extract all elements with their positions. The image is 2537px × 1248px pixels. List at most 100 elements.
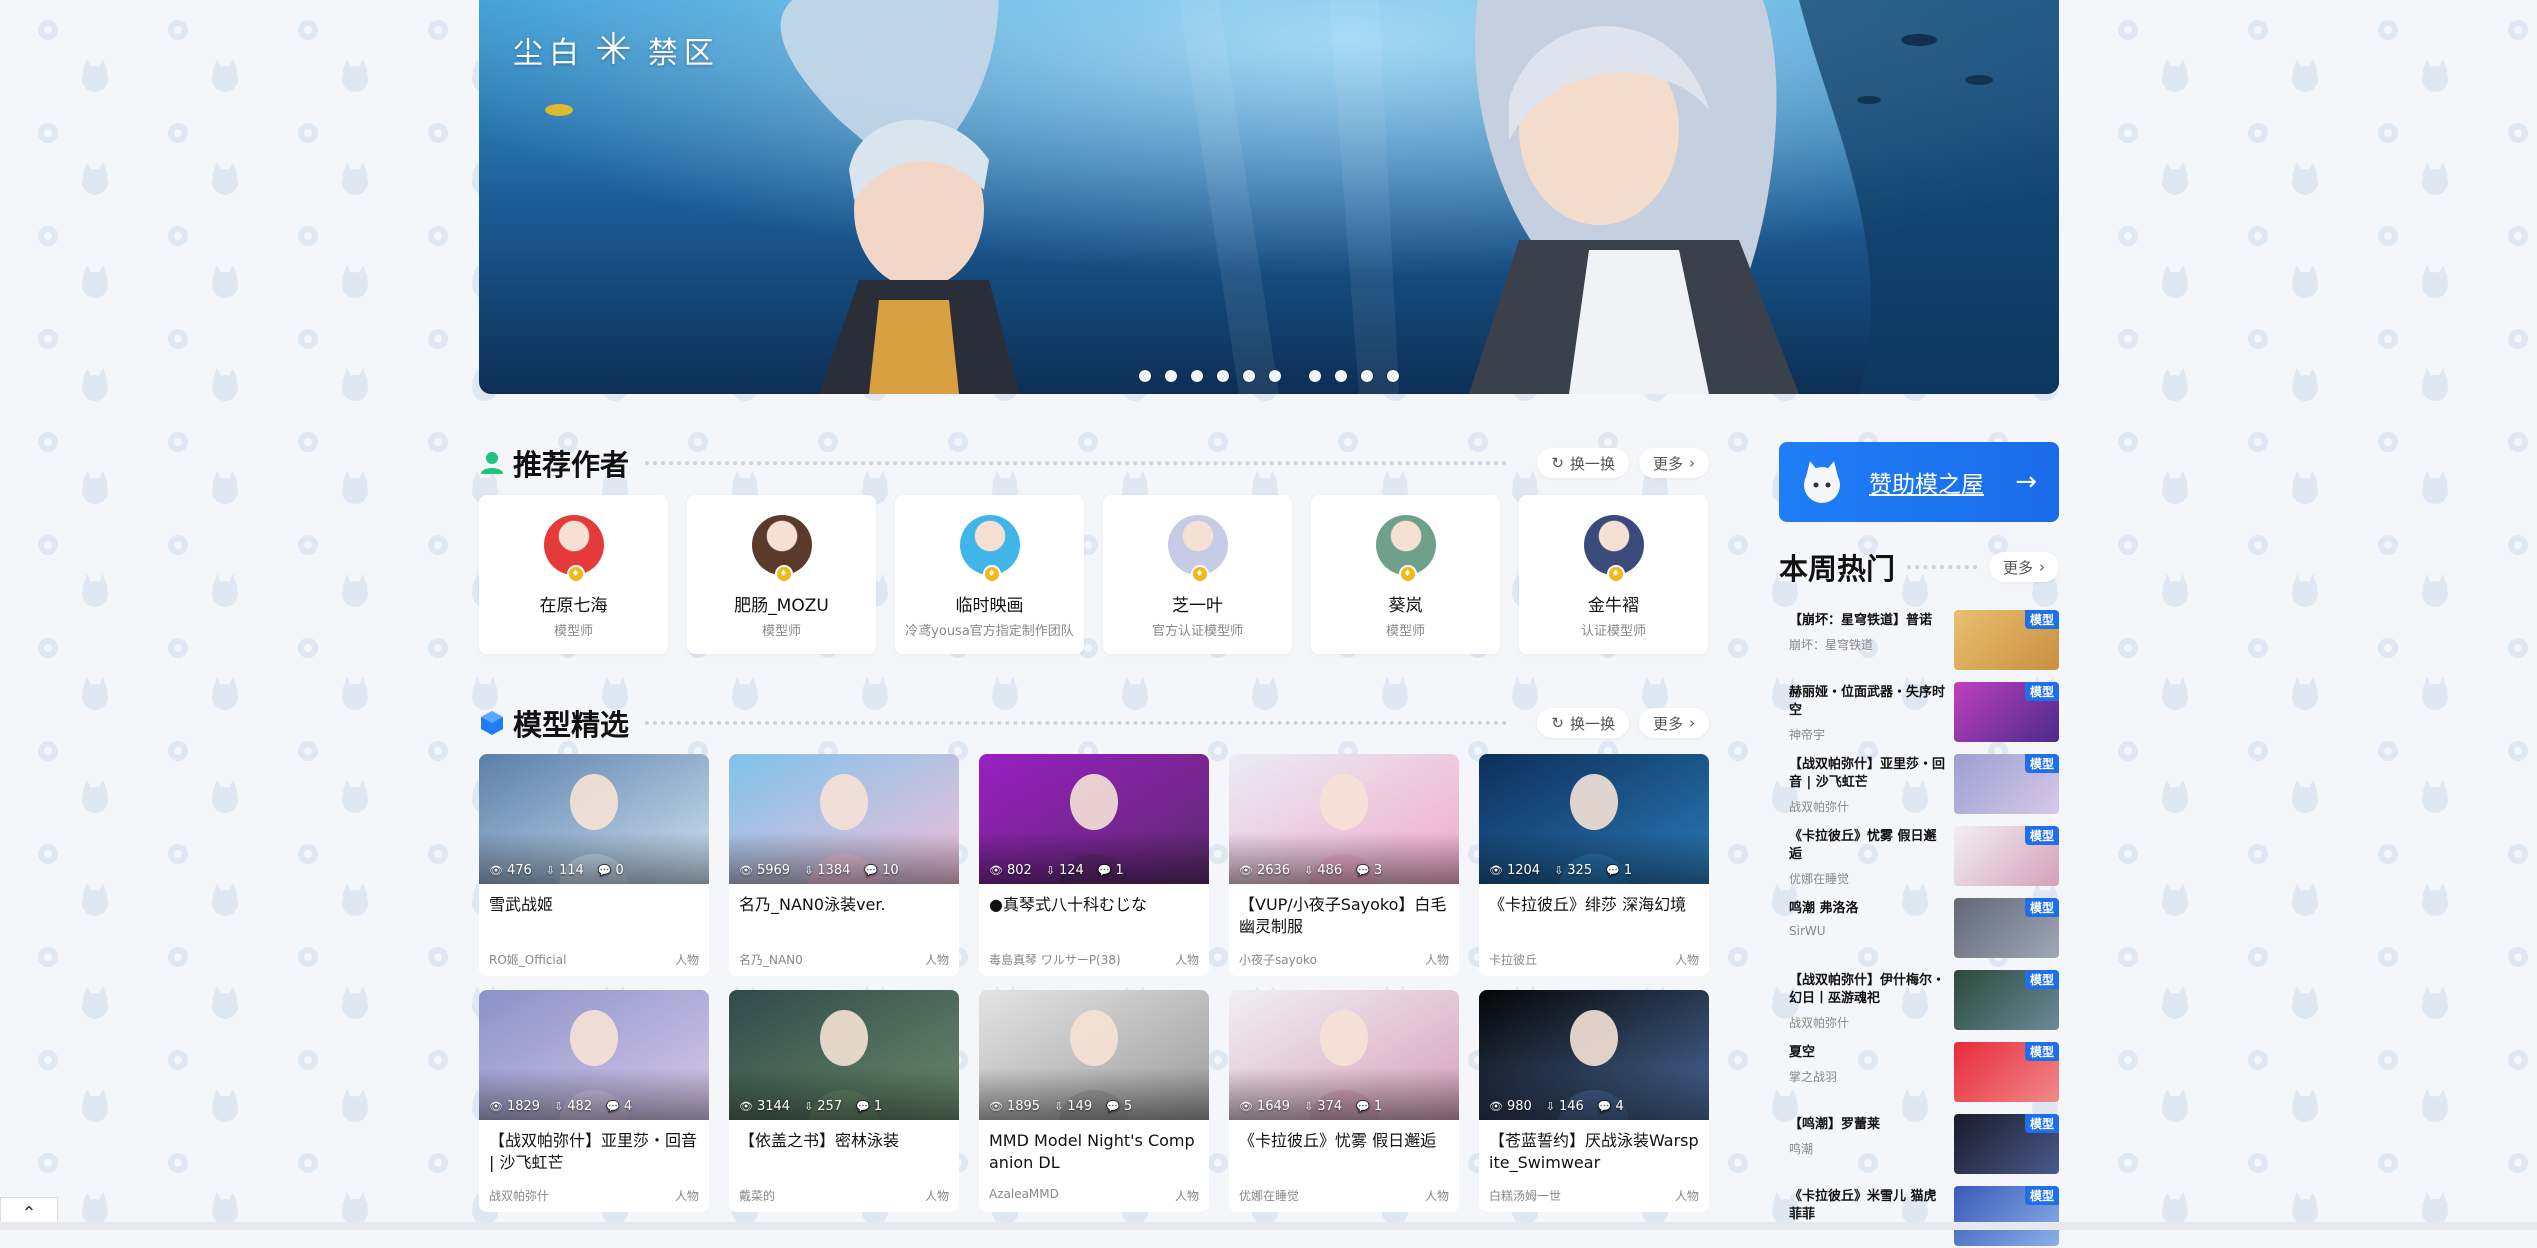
model-title[interactable]: 【VUP/小夜子Sayoko】白毛幽灵制服 bbox=[1229, 884, 1459, 942]
model-title[interactable]: 雪武战姬 bbox=[479, 884, 709, 942]
model-stats: 👁 980 ⇩ 146 💬 4 bbox=[1489, 1099, 1624, 1114]
carousel-dot[interactable] bbox=[1269, 370, 1281, 382]
model-stats: 👁 1895 ⇩ 149 💬 5 bbox=[989, 1099, 1132, 1114]
hot-more-button[interactable]: 更多 › bbox=[1988, 552, 2059, 582]
model-author[interactable]: 小夜子sayoko bbox=[1239, 951, 1317, 968]
stat-value: 1 bbox=[1373, 1099, 1383, 1114]
comment-icon: 💬 bbox=[1106, 1100, 1120, 1113]
model-author[interactable]: AzaleaMMD bbox=[989, 1187, 1059, 1204]
hot-section-header: 本周热门 更多 › bbox=[1779, 547, 2059, 587]
logo-mark-icon: ✳ bbox=[595, 24, 638, 75]
model-author[interactable]: 白糕汤姆一世 bbox=[1489, 1187, 1561, 1204]
model-author[interactable]: 戴菜的 bbox=[739, 1187, 775, 1204]
hot-title[interactable]: 【战双帕弥什】亚里莎・回音 | 沙飞虹芒 bbox=[1789, 756, 1949, 792]
sponsor-button[interactable]: 赞助模之屋 → bbox=[1779, 442, 2059, 522]
carousel-dot[interactable] bbox=[1191, 370, 1203, 382]
avatar-wrap: ♦ bbox=[959, 515, 1020, 583]
hot-thumbnail: 模型 bbox=[1954, 970, 2059, 1030]
author-card[interactable]: ♦ 肥肠_MOZU 模型师 bbox=[687, 495, 876, 654]
model-card[interactable]: 👁 802 ⇩ 124 💬 1 ●真琴式八十科むじな 毒島真琴 ワルサーP(38) 人物 bbox=[979, 754, 1209, 976]
model-card[interactable]: 👁 5969 ⇩ 1384 💬 10 名乃_NAN0泳装ver. 名乃_NAN0 人物 bbox=[729, 754, 959, 976]
model-tag-badge: 模型 bbox=[2024, 1186, 2059, 1205]
model-title[interactable]: 【依盖之书】密林泳装 bbox=[729, 1120, 959, 1178]
stat-value: 146 bbox=[1559, 1099, 1584, 1114]
carousel-dot[interactable] bbox=[1243, 370, 1255, 382]
hot-title[interactable]: 夏空 bbox=[1789, 1044, 1949, 1062]
model-card[interactable]: 👁 2636 ⇩ 486 💬 3 【VUP/小夜子Sayoko】白毛幽灵制服小夜子sayok… bbox=[1229, 754, 1459, 976]
model-author[interactable]: RO姬_Official bbox=[489, 951, 566, 968]
model-tag-badge: 模型 bbox=[2024, 1042, 2059, 1061]
carousel-dot[interactable] bbox=[1217, 370, 1229, 382]
stat-comments: 💬 1 bbox=[856, 1099, 882, 1114]
stat-comments: 💬 4 bbox=[1598, 1099, 1624, 1114]
hot-item[interactable]: 赫丽娅・位面武器・失序时空 神帝宇 模型 bbox=[1779, 672, 2059, 744]
model-author[interactable]: 战双帕弥什 bbox=[489, 1187, 549, 1204]
hot-item[interactable]: 鸣潮 弗洛洛 SirWU 模型 bbox=[1779, 888, 2059, 960]
carousel-dot[interactable] bbox=[1139, 370, 1151, 382]
model-title[interactable]: MMD Model Night's Companion DL bbox=[979, 1120, 1209, 1178]
model-thumbnail: 👁 2636 ⇩ 486 💬 3 bbox=[1229, 754, 1459, 884]
arrow-right-icon: → bbox=[2015, 467, 2037, 497]
carousel-dot[interactable] bbox=[1165, 370, 1177, 382]
model-author[interactable]: 优娜在睡觉 bbox=[1239, 1187, 1299, 1204]
model-author[interactable]: 卡拉彼丘 bbox=[1489, 951, 1537, 968]
model-title[interactable]: 《卡拉彼丘》忧雾 假日邂逅 bbox=[1229, 1120, 1459, 1178]
author-card[interactable]: ♦ 芝一叶 官方认证模型师 bbox=[1103, 495, 1292, 654]
stat-comments: 💬 1 bbox=[1098, 863, 1124, 878]
hot-item[interactable]: 【崩坏：星穹铁道】普诺 崩坏：星穹铁道 模型 bbox=[1779, 600, 2059, 672]
author-card[interactable]: ♦ 金牛褶 认证模型师 bbox=[1519, 495, 1708, 654]
stat-value: 1 bbox=[873, 1099, 883, 1114]
hot-title[interactable]: 赫丽娅・位面武器・失序时空 bbox=[1789, 684, 1949, 720]
models-more-button[interactable]: 更多 › bbox=[1638, 708, 1709, 738]
model-title[interactable]: 《卡拉彼丘》绯莎 深海幻境 bbox=[1479, 884, 1709, 942]
carousel-dot[interactable] bbox=[1335, 370, 1347, 382]
model-stats: 👁 1829 ⇩ 482 💬 4 bbox=[489, 1099, 632, 1114]
carousel-dot[interactable] bbox=[1387, 370, 1399, 382]
hot-item[interactable]: 《卡拉彼丘》米雪儿 猫虎菲菲 模型 bbox=[1779, 1176, 2059, 1248]
author-card[interactable]: ♦ 葵岚 模型师 bbox=[1311, 495, 1500, 654]
hot-item[interactable]: 《卡拉彼丘》忧雾 假日邂逅 优娜在睡觉 模型 bbox=[1779, 816, 2059, 888]
hot-item[interactable]: 【战双帕弥什】伊什梅尔・幻日丨巫游魂祀 战双帕弥什 模型 bbox=[1779, 960, 2059, 1032]
model-footer: 名乃_NAN0 人物 bbox=[739, 951, 949, 968]
author-card[interactable]: ♦ 临时映画 冷鸢yousa官方指定制作团队 bbox=[895, 495, 1084, 654]
model-card[interactable]: 👁 3144 ⇩ 257 💬 1 【依盖之书】密林泳装 戴菜的 人物 bbox=[729, 990, 959, 1212]
logo-left-text: 尘白 bbox=[513, 36, 585, 71]
model-card[interactable]: 👁 980 ⇩ 146 💬 4 【苍蓝誓约】厌战泳装Warspite_Swimwear 白糕汤… bbox=[1479, 990, 1709, 1212]
model-title[interactable]: 【战双帕弥什】亚里莎・回音 | 沙飞虹芒 bbox=[479, 1120, 709, 1178]
bottom-scrollbar[interactable] bbox=[0, 1222, 2537, 1230]
authors-more-button[interactable]: 更多 › bbox=[1638, 448, 1709, 478]
model-card[interactable]: 👁 1829 ⇩ 482 💬 4 【战双帕弥什】亚里莎・回音 | 沙飞虹芒 战双帕弥什 人物 bbox=[479, 990, 709, 1212]
comment-icon: 💬 bbox=[856, 1100, 870, 1113]
author-card[interactable]: ♦ 在原七海 模型师 bbox=[479, 495, 668, 654]
authors-refresh-button[interactable]: ↻ 换一换 bbox=[1537, 448, 1629, 478]
model-card[interactable]: 👁 1649 ⇩ 374 💬 1 《卡拉彼丘》忧雾 假日邂逅 优娜在睡觉 人物 bbox=[1229, 990, 1459, 1212]
download-icon: ⇩ bbox=[1545, 1100, 1556, 1113]
stat-downloads: ⇩ 257 bbox=[804, 1099, 842, 1114]
hot-item[interactable]: 【战双帕弥什】亚里莎・回音 | 沙飞虹芒 战双帕弥什 模型 bbox=[1779, 744, 2059, 816]
hot-title[interactable]: 【鸣潮】罗蕾莱 bbox=[1789, 1116, 1949, 1134]
carousel-dot[interactable] bbox=[1309, 370, 1321, 382]
model-card[interactable]: 👁 476 ⇩ 114 💬 0 雪武战姬 RO姬_Official 人物 bbox=[479, 754, 709, 976]
stat-views: 👁 2636 bbox=[1239, 863, 1290, 878]
model-card[interactable]: 👁 1895 ⇩ 149 💬 5 MMD Model Night's Companion D… bbox=[979, 990, 1209, 1212]
models-refresh-button[interactable]: ↻ 换一换 bbox=[1537, 708, 1629, 738]
stat-value: 114 bbox=[559, 863, 584, 878]
hot-title[interactable]: 【战双帕弥什】伊什梅尔・幻日丨巫游魂祀 bbox=[1789, 972, 1949, 1008]
stat-views: 👁 1895 bbox=[989, 1099, 1040, 1114]
model-title[interactable]: 【苍蓝誓约】厌战泳装Warspite_Swimwear bbox=[1479, 1120, 1709, 1178]
hot-title[interactable]: 《卡拉彼丘》米雪儿 猫虎菲菲 bbox=[1789, 1188, 1949, 1224]
model-card[interactable]: 👁 1204 ⇩ 325 💬 1 《卡拉彼丘》绯莎 深海幻境 卡拉彼丘 人物 bbox=[1479, 754, 1709, 976]
comment-icon: 💬 bbox=[606, 1100, 620, 1113]
model-title[interactable]: ●真琴式八十科むじな bbox=[979, 884, 1209, 942]
model-author[interactable]: 毒島真琴 ワルサーP(38) bbox=[989, 951, 1121, 968]
hot-title[interactable]: 【崩坏：星穹铁道】普诺 bbox=[1789, 612, 1949, 630]
hot-item[interactable]: 【鸣潮】罗蕾莱 鸣潮 模型 bbox=[1779, 1104, 2059, 1176]
hot-item[interactable]: 夏空 掌之战羽 模型 bbox=[1779, 1032, 2059, 1104]
verified-badge-icon: ♦ bbox=[1606, 565, 1625, 583]
hot-title[interactable]: 《卡拉彼丘》忧雾 假日邂逅 bbox=[1789, 828, 1949, 864]
model-title[interactable]: 名乃_NAN0泳装ver. bbox=[729, 884, 959, 942]
hot-title[interactable]: 鸣潮 弗洛洛 bbox=[1789, 900, 1949, 918]
hero-banner[interactable]: 尘白 ✳ 禁区 bbox=[479, 0, 2059, 394]
model-author[interactable]: 名乃_NAN0 bbox=[739, 951, 803, 968]
carousel-dot[interactable] bbox=[1361, 370, 1373, 382]
